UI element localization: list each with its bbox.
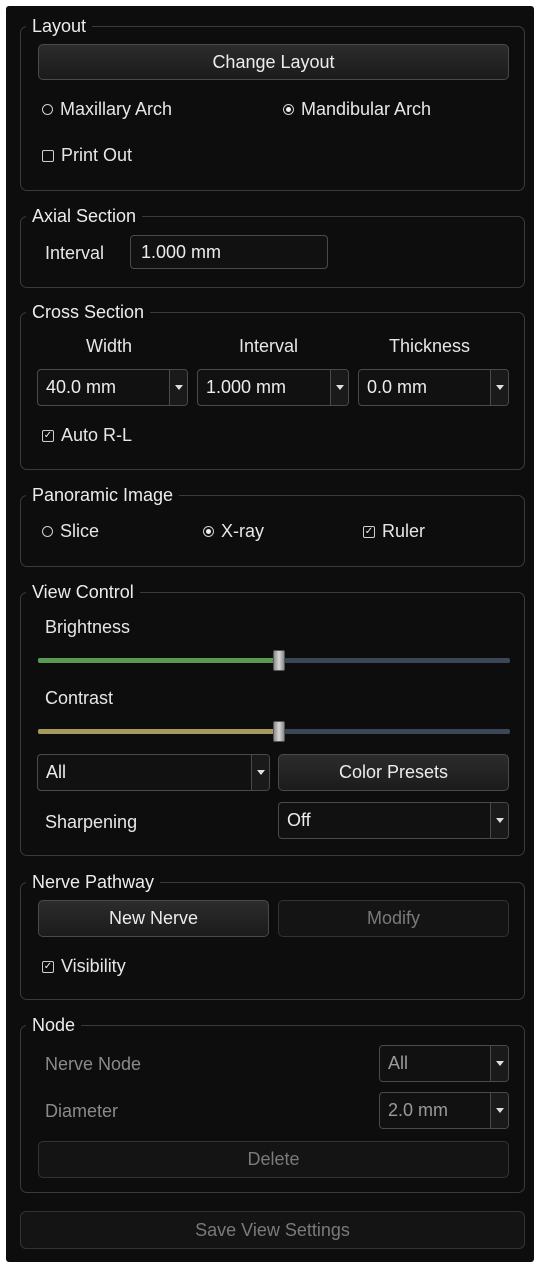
cross-thickness-select[interactable]: 0.0 mm <box>358 369 509 406</box>
slice-radio[interactable]: Slice <box>42 521 99 542</box>
maxillary-arch-radio[interactable]: Maxillary Arch <box>42 99 172 120</box>
auto-rl-checkbox[interactable]: ✓ Auto R-L <box>42 425 132 446</box>
modify-button[interactable]: Modify <box>278 900 509 937</box>
layout-group-title: Layout <box>26 15 93 37</box>
chevron-down-icon <box>169 370 187 405</box>
slice-label: Slice <box>60 521 100 541</box>
visibility-label: Visibility <box>61 956 126 976</box>
diameter-value: 2.0 mm <box>388 1100 449 1120</box>
cross-width-value: 40.0 mm <box>46 377 117 397</box>
chevron-down-icon <box>490 370 508 405</box>
xray-label: X-ray <box>221 521 265 541</box>
brightness-fill <box>38 658 279 663</box>
sharpening-value: Off <box>287 810 311 830</box>
maxillary-arch-radio-dot <box>42 104 53 115</box>
slice-radio-dot <box>42 526 53 537</box>
print-out-label: Print Out <box>61 145 133 165</box>
cross-section-title: Cross Section <box>26 301 151 323</box>
brightness-slider[interactable] <box>38 650 510 671</box>
cross-interval-value: 1.000 mm <box>206 377 287 397</box>
nerve-node-value: All <box>388 1053 409 1073</box>
sharpening-select[interactable]: Off <box>278 802 509 839</box>
chevron-down-icon <box>490 803 508 838</box>
diameter-label: Diameter <box>45 1101 119 1121</box>
panoramic-image-title: Panoramic Image <box>26 484 180 506</box>
node-title: Node <box>26 1014 82 1036</box>
auto-rl-label: Auto R-L <box>61 425 133 445</box>
mandibular-arch-radio[interactable]: Mandibular Arch <box>283 99 431 120</box>
nerve-pathway-title: Nerve Pathway <box>26 871 161 893</box>
mandibular-arch-radio-dot <box>283 104 294 115</box>
ruler-checkbox[interactable]: ✓ Ruler <box>363 521 425 542</box>
ruler-label: Ruler <box>382 521 426 541</box>
visibility-check-box: ✓ <box>42 960 54 973</box>
contrast-fill <box>38 729 279 734</box>
contrast-label: Contrast <box>45 688 114 708</box>
save-view-settings-button[interactable]: Save View Settings <box>20 1211 525 1249</box>
axial-section-title: Axial Section <box>26 205 143 227</box>
print-out-checkbox[interactable]: Print Out <box>42 145 132 166</box>
color-presets-button[interactable]: Color Presets <box>278 754 509 791</box>
cross-thickness-label: Thickness <box>389 336 471 356</box>
cross-thickness-value: 0.0 mm <box>367 377 428 397</box>
axial-interval-input[interactable]: 1.000 mm <box>130 235 328 269</box>
brightness-thumb[interactable] <box>272 650 285 671</box>
nerve-node-select[interactable]: All <box>379 1045 509 1082</box>
delete-button[interactable]: Delete <box>38 1141 509 1178</box>
axial-interval-label: Interval <box>45 243 105 263</box>
ruler-check-box: ✓ <box>363 525 375 538</box>
visibility-checkbox[interactable]: ✓ Visibility <box>42 956 126 977</box>
diameter-select[interactable]: 2.0 mm <box>379 1092 509 1129</box>
chevron-down-icon <box>251 755 269 790</box>
nerve-node-label: Nerve Node <box>45 1054 142 1074</box>
maxillary-arch-label: Maxillary Arch <box>60 99 173 119</box>
auto-rl-check-box: ✓ <box>42 429 54 442</box>
cross-interval-select[interactable]: 1.000 mm <box>197 369 349 406</box>
chevron-down-icon <box>490 1046 508 1081</box>
channel-value: All <box>46 762 67 782</box>
xray-radio[interactable]: X-ray <box>203 521 264 542</box>
chevron-down-icon <box>330 370 348 405</box>
view-control-title: View Control <box>26 581 140 603</box>
chevron-down-icon <box>490 1093 508 1128</box>
change-layout-button[interactable]: Change Layout <box>38 44 509 80</box>
new-nerve-button[interactable]: New Nerve <box>38 900 269 937</box>
contrast-slider[interactable] <box>38 721 510 742</box>
mandibular-arch-label: Mandibular Arch <box>301 99 432 119</box>
xray-radio-dot <box>203 526 214 537</box>
cross-width-label: Width <box>86 336 133 356</box>
channel-select[interactable]: All <box>37 754 270 791</box>
contrast-thumb[interactable] <box>272 721 285 742</box>
cross-interval-label: Interval <box>239 336 299 356</box>
cross-width-select[interactable]: 40.0 mm <box>37 369 188 406</box>
brightness-label: Brightness <box>45 617 131 637</box>
print-out-check-box <box>42 149 54 162</box>
sharpening-label: Sharpening <box>45 812 138 832</box>
axial-interval-value: 1.000 mm <box>141 241 222 262</box>
